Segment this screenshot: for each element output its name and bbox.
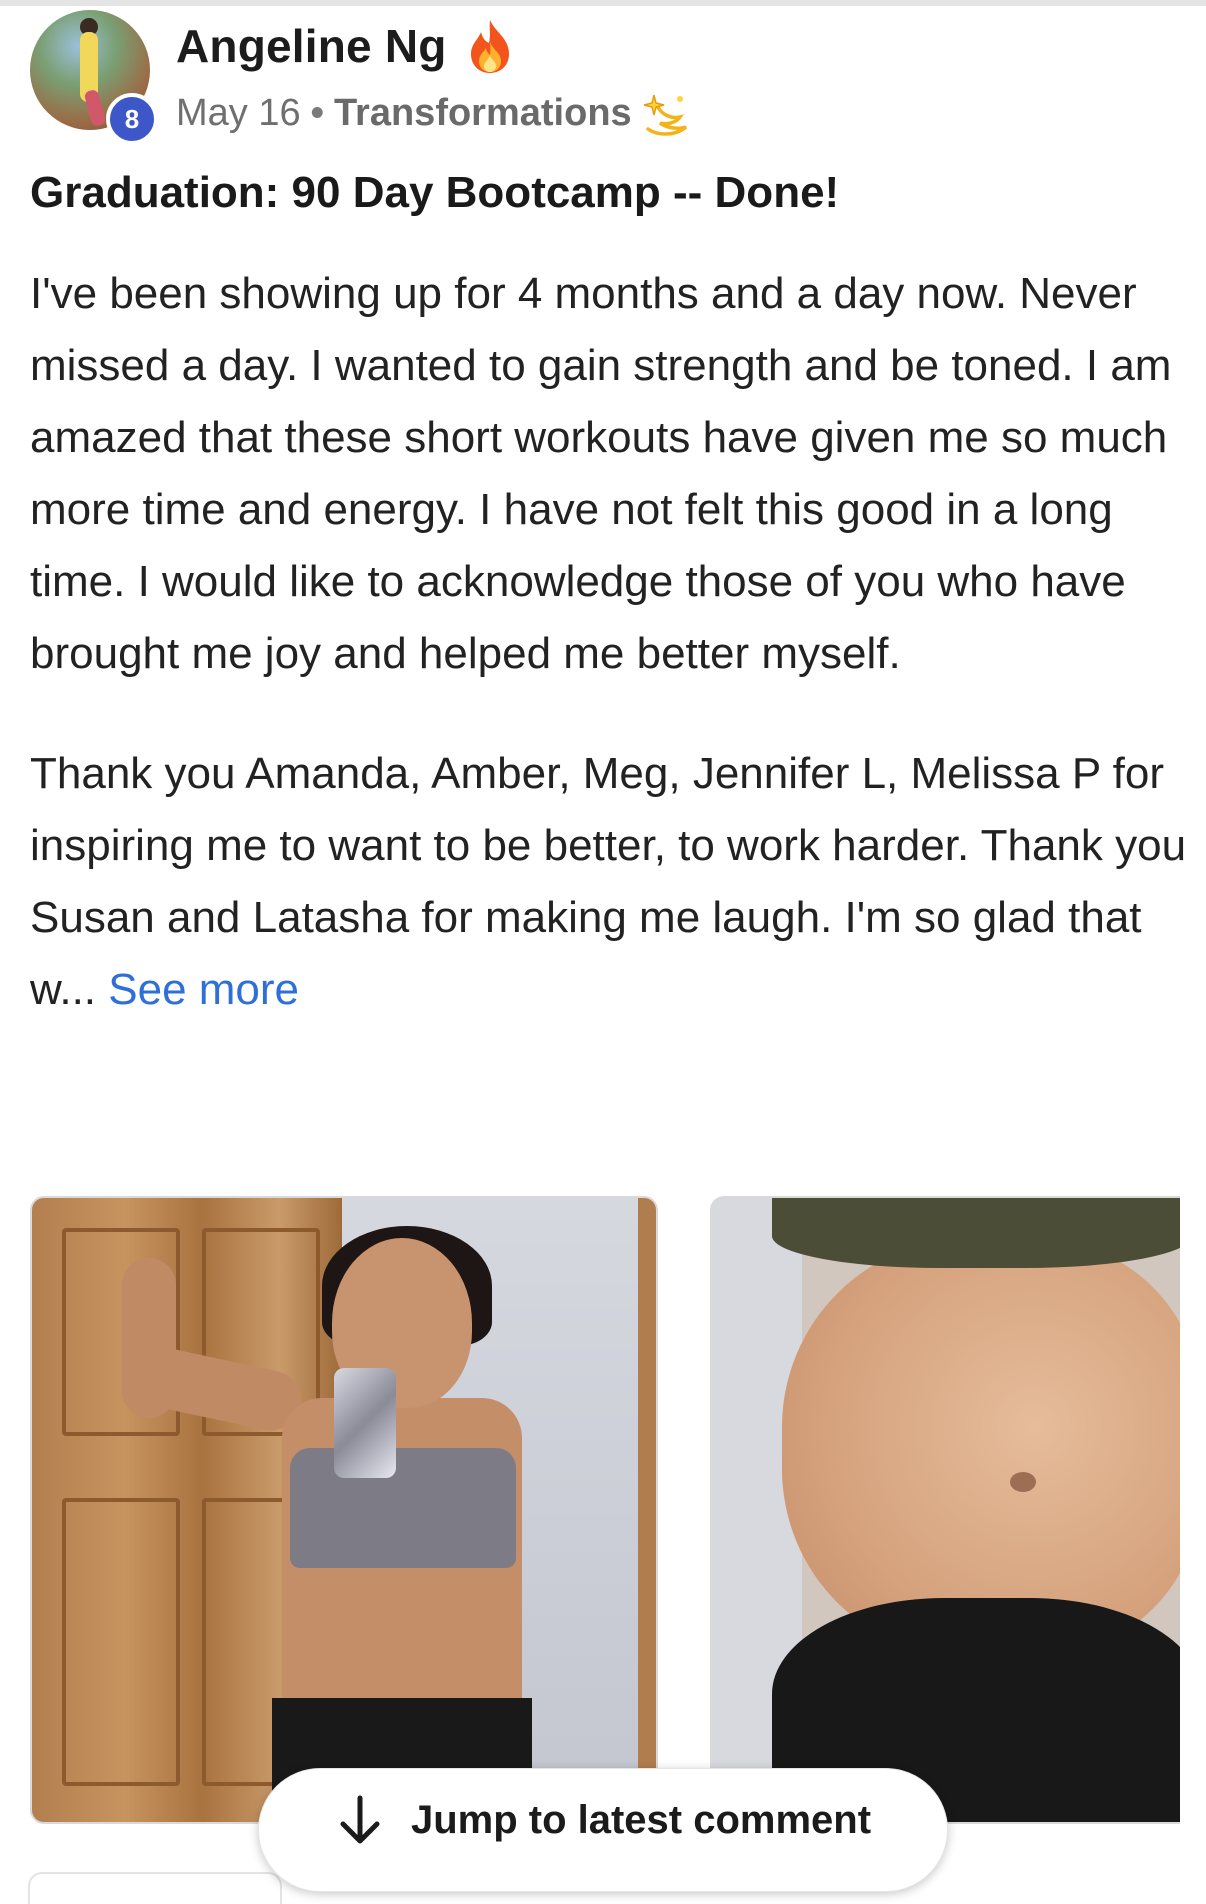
post-meta: May 16 • Transformations (176, 84, 696, 142)
photo-navel (1010, 1472, 1036, 1492)
photo-shirt (772, 1198, 1180, 1268)
photo-sports-bra (290, 1448, 516, 1568)
progress-photo-mirror-selfie[interactable] (30, 1196, 658, 1824)
photo-phone (334, 1368, 396, 1478)
fire-icon (470, 20, 509, 73)
author-row: Angeline Ng (176, 16, 515, 76)
post-paragraph: Thank you Amanda, Amber, Meg, Jennifer L… (30, 738, 1190, 1026)
post-paragraph: I've been showing up for 4 months and a … (30, 269, 1172, 678)
see-more-link[interactable]: See more (108, 965, 299, 1014)
post-title: Graduation: 90 Day Bootcamp -- Done! (30, 168, 840, 217)
jump-button-label: Jump to latest comment (410, 1797, 872, 1842)
author-name[interactable]: Angeline Ng (176, 19, 447, 73)
post-category[interactable]: Transformations (334, 92, 632, 135)
top-divider (0, 0, 1206, 6)
sparkle-icon (643, 94, 687, 136)
meta-separator: • (310, 91, 324, 134)
arrow-down-icon (340, 1795, 380, 1844)
jump-to-latest-comment-button[interactable]: Jump to latest comment (258, 1768, 948, 1892)
door-panel (62, 1498, 180, 1786)
post-body: I've been showing up for 4 months and a … (30, 258, 1190, 1026)
progress-photo-midsection[interactable] (710, 1196, 1180, 1824)
avatar-figure-leg (83, 88, 107, 128)
photo-door-frame (638, 1198, 656, 1822)
level-badge: 8 (106, 93, 158, 145)
photo-belly (782, 1238, 1180, 1658)
post-date[interactable]: May 16 (176, 92, 301, 135)
comment-card-edge (28, 1872, 282, 1904)
